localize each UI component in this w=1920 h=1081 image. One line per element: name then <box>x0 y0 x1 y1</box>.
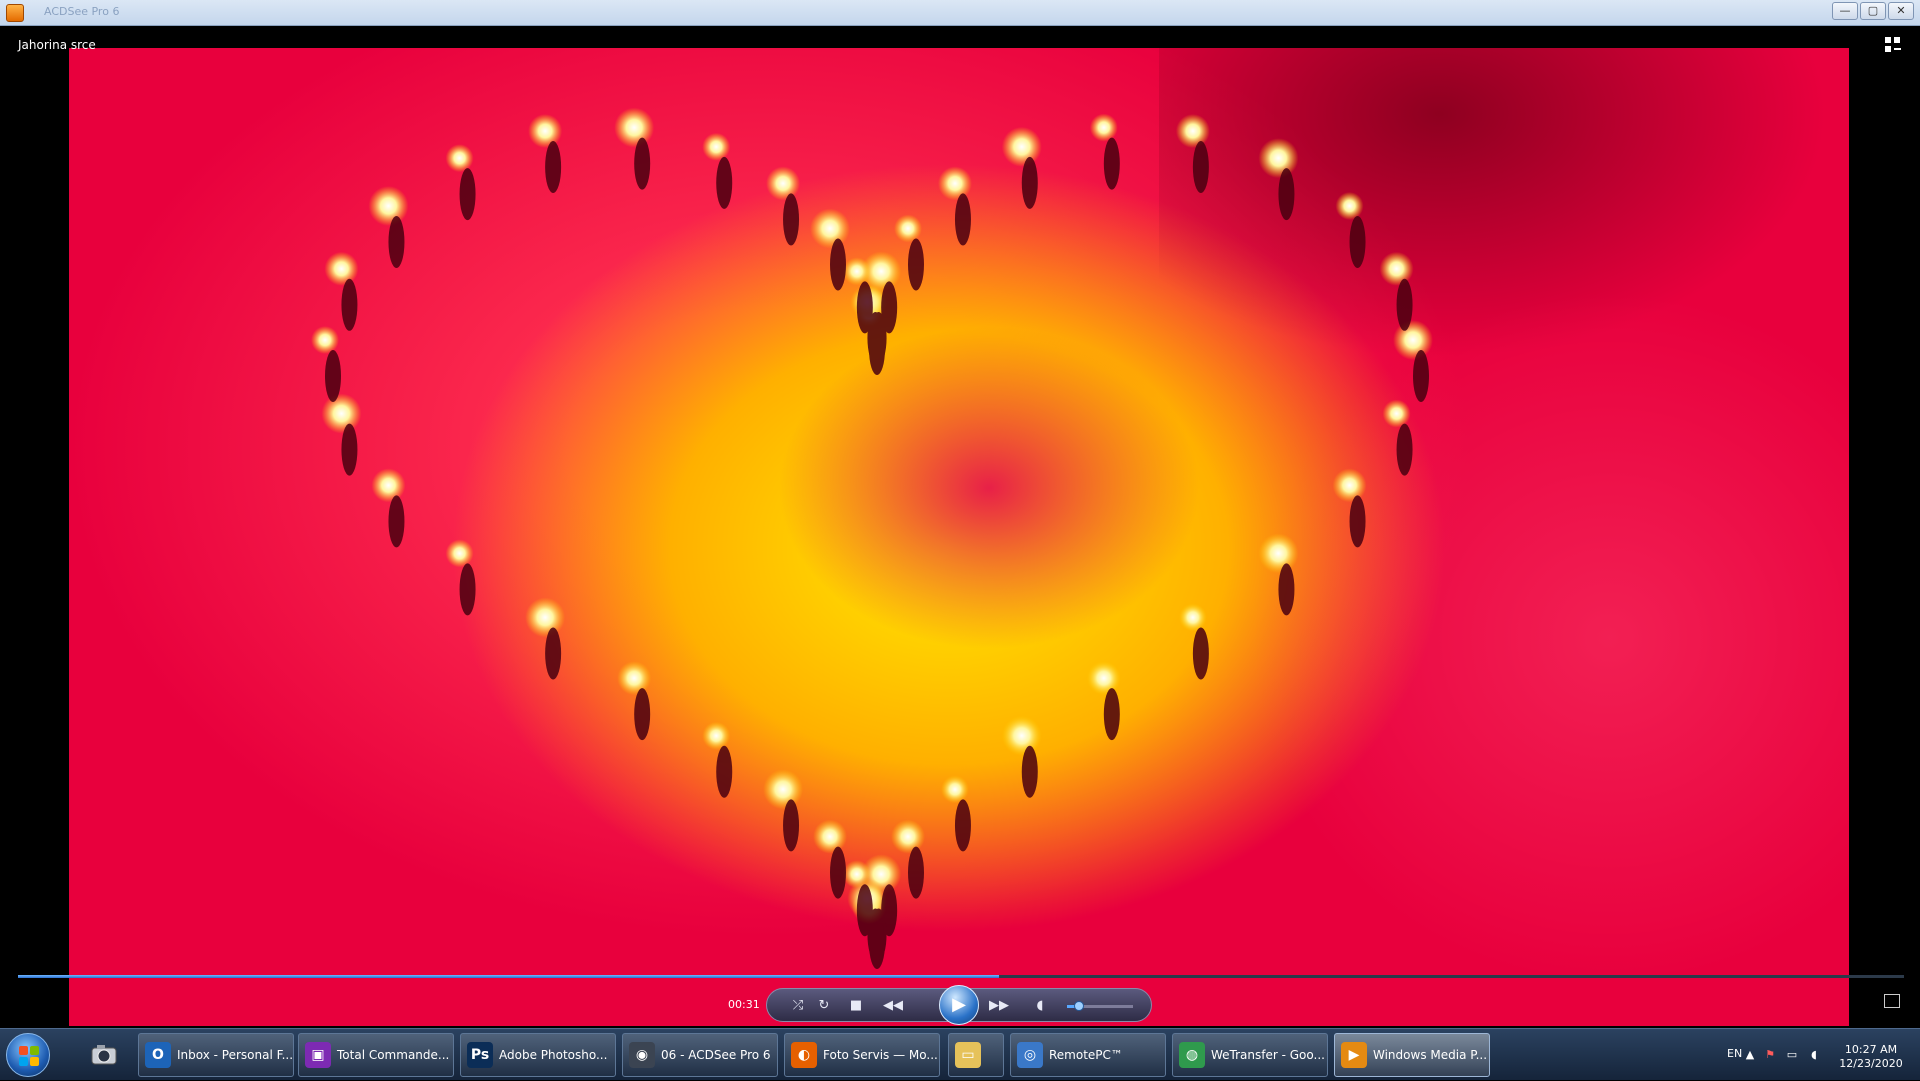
switch-to-library-icon[interactable] <box>1884 36 1902 54</box>
video-heart-of-flares <box>311 107 1433 969</box>
tray-expand-icon[interactable]: ▲ <box>1743 1048 1757 1062</box>
app-icon <box>6 4 24 22</box>
language-indicator[interactable]: EN <box>1727 1047 1742 1060</box>
taskbar-item[interactable]: O Inbox - Personal F... <box>138 1033 294 1077</box>
volume-slider[interactable] <box>1067 1001 1133 1011</box>
firefox-icon: ◐ <box>791 1042 817 1068</box>
total-commander-icon: ▣ <box>305 1042 331 1068</box>
network-icon[interactable]: ▭ <box>1785 1048 1799 1062</box>
window-title: ACDSee Pro 6 <box>44 5 120 18</box>
volume-tray-icon[interactable]: ◖ <box>1807 1048 1821 1062</box>
stop-icon[interactable]: ■ <box>847 997 865 1015</box>
clock[interactable]: 10:27 AM 12/23/2020 <box>1836 1043 1906 1071</box>
clip-title: Jahorina srce <box>18 38 96 52</box>
explorer-folder-icon: ▭ <box>955 1042 981 1068</box>
taskbar-item[interactable]: ◎ RemotePC™ <box>1010 1033 1166 1077</box>
taskbar-item[interactable]: ▶ Windows Media P... <box>1334 1033 1490 1077</box>
play-button[interactable]: ▶ <box>939 985 979 1025</box>
start-button[interactable] <box>6 1033 50 1077</box>
photoshop-icon: Ps <box>467 1042 493 1068</box>
close-button[interactable]: ✕ <box>1888 2 1914 20</box>
taskbar-item-label: Windows Media P... <box>1373 1048 1488 1062</box>
windows-logo-icon <box>19 1046 39 1066</box>
previous-icon[interactable]: ◀◀ <box>879 997 907 1015</box>
taskbar-item[interactable]: Ps Adobe Photosho... <box>460 1033 616 1077</box>
action-center-flag-icon[interactable]: ⚑ <box>1763 1048 1777 1062</box>
clock-date: 12/23/2020 <box>1839 1057 1903 1070</box>
transport-controls: ⤮ ↻ ■ ◀◀ ▶ ▶▶ ◖ <box>766 985 1152 1025</box>
play-icon: ▶ <box>952 994 966 1015</box>
maximize-button[interactable]: ▢ <box>1860 2 1886 20</box>
next-icon[interactable]: ▶▶ <box>985 997 1013 1015</box>
taskbar-item-label: 06 - ACDSee Pro 6 <box>661 1048 771 1062</box>
chrome-icon: ◍ <box>1179 1042 1205 1068</box>
taskbar-item-label: Foto Servis — Mo... <box>823 1048 938 1062</box>
media-player-icon: ▶ <box>1341 1042 1367 1068</box>
taskbar-item-label: Total Commande... <box>337 1048 450 1062</box>
seek-bar-progress <box>18 975 999 978</box>
shuffle-icon[interactable]: ⤮ <box>789 997 807 1015</box>
remotepc-icon: ◎ <box>1017 1042 1043 1068</box>
window-buttons: — ▢ ✕ <box>1832 2 1914 20</box>
fullscreen-icon[interactable] <box>1884 994 1900 1008</box>
taskbar-item-label: Adobe Photosho... <box>499 1048 608 1062</box>
taskbar-item-label: RemotePC™ <box>1049 1048 1123 1062</box>
seek-bar[interactable] <box>18 975 1904 978</box>
taskbar-item-label: Inbox - Personal F... <box>177 1048 294 1062</box>
taskbar: O Inbox - Personal F... ▣ Total Commande...… <box>0 1028 1920 1080</box>
repeat-icon[interactable]: ↻ <box>815 997 833 1015</box>
clock-time: 10:27 AM <box>1844 1043 1898 1056</box>
elapsed-time: 00:31 <box>728 998 760 1011</box>
speaker-icon[interactable]: ◖ <box>1031 997 1049 1015</box>
video-frame[interactable] <box>69 48 1849 1026</box>
minimize-button[interactable]: — <box>1832 2 1858 20</box>
outlook-icon: O <box>145 1042 171 1068</box>
taskbar-item[interactable]: ◍ WeTransfer - Goo... <box>1172 1033 1328 1077</box>
acdsee-icon: ◉ <box>629 1042 655 1068</box>
taskbar-item[interactable]: ▭ <box>948 1033 1004 1077</box>
taskbar-item[interactable]: ◉ 06 - ACDSee Pro 6 <box>622 1033 778 1077</box>
pinned-camera-icon[interactable] <box>84 1035 124 1075</box>
volume-knob[interactable] <box>1073 1001 1084 1011</box>
media-player: Jahorina srce 00:31 ⤮ ↻ ■ ◀◀ ▶ ▶▶ ◖ <box>4 26 1916 1028</box>
taskbar-item[interactable]: ◐ Foto Servis — Mo... <box>784 1033 940 1077</box>
taskbar-item-label: WeTransfer - Goo... <box>1211 1048 1325 1062</box>
taskbar-item[interactable]: ▣ Total Commande... <box>298 1033 454 1077</box>
window-titlebar: ACDSee Pro 6 — ▢ ✕ <box>0 0 1920 26</box>
